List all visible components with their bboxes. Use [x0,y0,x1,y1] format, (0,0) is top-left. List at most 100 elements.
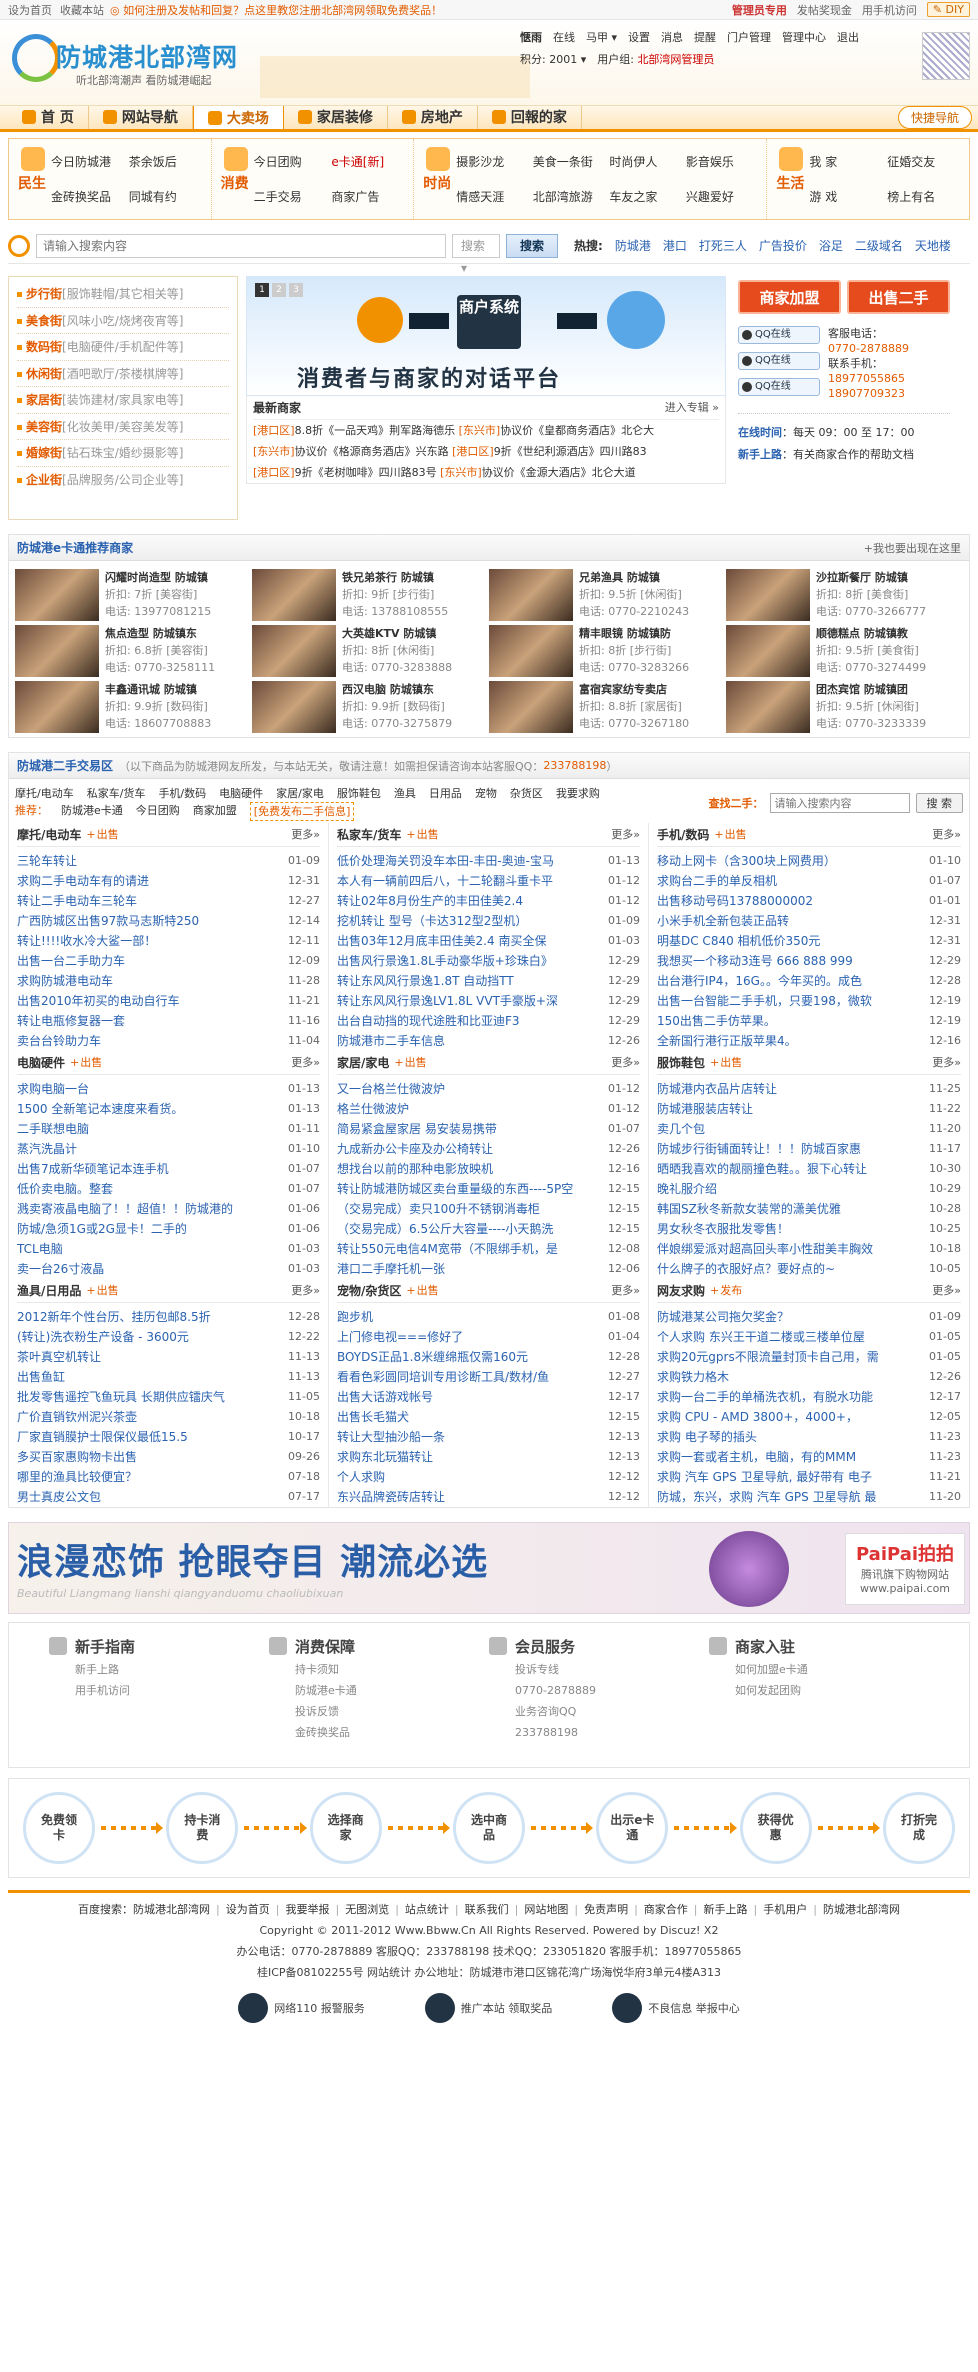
item-title[interactable]: 蒸汽洗晶计 [17,1139,282,1159]
hot-search-link[interactable]: 港口 [663,237,687,254]
merchant-card[interactable]: 大英雄KTV 防城镇 折扣: 8折 [休闲街] 电话: 0770-3283888 [252,625,489,681]
guide-link[interactable]: 如何发起团购 [709,1680,929,1701]
slide-page-button[interactable]: 2 [272,283,286,297]
diy-button[interactable]: ✎ DIY [926,2,970,17]
list-item[interactable]: 转让二手电动车三轮车 12-27 [17,891,320,911]
register-notice-link[interactable]: ◎ 如何注册及发帖和回复？点这里教您注册北部湾网领取免费奖品！ [110,2,442,18]
footer-link[interactable]: 免责声明 [574,1899,628,1920]
board-title[interactable]: 渔具/日用品 [17,1279,81,1302]
item-title[interactable]: 2012新年个性台历、挂历包邮8.5折 [17,1307,282,1327]
merchant-name[interactable]: 大英雄KTV 防城镇 [342,625,452,642]
item-title[interactable]: （交易完成）卖只100升不锈钢消毒柜 [337,1199,602,1219]
list-item[interactable]: 蒸汽洗晶计 01-10 [17,1139,320,1159]
item-title[interactable]: 港口二手摩托机一张 [337,1259,602,1279]
list-item[interactable]: 东兴品牌瓷砖店转让 12-12 [337,1487,640,1507]
merchant-name[interactable]: 丰鑫通讯城 防城镇 [105,681,211,698]
list-item[interactable]: 转让东风风行景逸LV1.8L VVT手豪版+深 12-29 [337,991,640,1011]
item-title[interactable]: 低价处理海关罚没车本田-丰田-奥迪-宝马 [337,851,602,871]
merchant-card[interactable]: 沙拉斯餐厅 防城镇 折扣: 8折 [美食街] 电话: 0770-3266777 [726,569,963,625]
list-item[interactable]: 韩国SZ秋冬新款女装常的潇美优雅 10-28 [657,1199,961,1219]
merchant-name[interactable]: 兄弟渔具 防城镇 [579,569,689,586]
footer-link[interactable]: 百度搜索：防城港北部湾网 [78,1899,210,1920]
category-link[interactable]: 我 家 [809,153,887,178]
merchant-name[interactable]: 焦点造型 防城镇东 [105,625,215,642]
street-item[interactable]: 美容街[化妆美甲/美容美发等] [17,414,229,440]
footer-link[interactable]: 网站地图 [515,1899,568,1920]
list-item[interactable]: 防城步行街铺面转让！！！防城百家惠 11-17 [657,1139,961,1159]
trade-category-link[interactable]: 宠物 [475,785,497,802]
list-item[interactable]: 上门修电视===修好了 01-04 [337,1327,640,1347]
slideshow-banner[interactable]: 1 2 3 商户系统 消费者与商家的对话平台 [246,276,726,396]
item-title[interactable]: 转让!!!!收水冷大鲨一部！ [17,931,282,951]
list-item[interactable]: 防城港服装店转让 11-22 [657,1099,961,1119]
board-more-link[interactable]: 更多» [291,823,320,846]
jewelry-ad-banner[interactable]: 浪漫恋饰 抢眼夺目 潮流必选 Beautiful Liangmang lians… [8,1522,970,1614]
item-title[interactable]: 转让02年8月份生产的丰田佳美2.4 [337,891,602,911]
list-item[interactable]: 本人有一辆前四后八，十二轮翻斗重卡平 01-12 [337,871,640,891]
list-item[interactable]: 明基DC C840 相机低价350元 12-31 [657,931,961,951]
footer-link[interactable]: 无图浏览 [335,1899,389,1920]
username[interactable]: 惬雨 [520,29,542,45]
list-item[interactable]: 男女秋冬衣服批发零售！ 10-25 [657,1219,961,1239]
appear-here-link[interactable]: +我也要出现在这里 [864,540,961,556]
board-title[interactable]: 服饰鞋包 [657,1051,705,1074]
merchant-card[interactable]: 焦点造型 防城镇东 折扣: 6.8折 [美容街] 电话: 0770-3258111 [15,625,252,681]
trade-category-link[interactable]: 我要求购 [556,785,600,802]
list-item[interactable]: 晒晒我喜欢的靓丽撞色鞋。。狠下心转让 10-30 [657,1159,961,1179]
recommend-link[interactable]: 防城港e卡通 [61,802,123,821]
board-title[interactable]: 电脑硬件 [17,1051,65,1074]
trade-category-link[interactable]: 杂货区 [510,785,543,802]
list-item[interactable]: TCL电脑 01-03 [17,1239,320,1259]
guide-link[interactable]: 用手机访问 [49,1680,269,1701]
board-post-link[interactable]: 出售 [714,823,747,846]
list-item[interactable]: 防城港某公司拖欠奖金？ 01-09 [657,1307,961,1327]
trade-category-link[interactable]: 电脑硬件 [219,785,263,802]
newbie-link[interactable]: ：有关商家合作的帮助文档 [782,448,914,461]
category-link[interactable]: 情感天涯 [456,188,533,213]
list-item[interactable]: 防城港市二手车信息 12-26 [337,1031,640,1051]
merchant-photo[interactable] [252,569,336,621]
board-more-link[interactable]: 更多» [611,1279,640,1302]
list-item[interactable]: 求购东北玩猫转让 12-13 [337,1447,640,1467]
item-title[interactable]: 九成新办公卡座及办公椅转让 [337,1139,602,1159]
list-item[interactable]: 求购二手电动车有的请进 12-31 [17,871,320,891]
search-button[interactable]: 搜索 [506,233,558,258]
item-title[interactable]: 又一台格兰仕微波炉 [337,1079,602,1099]
list-item[interactable]: 求购 汽车 GPS 卫星导航, 最好带有 电子 11-21 [657,1467,961,1487]
list-item[interactable]: 全新国行港行正版苹果4。 12-16 [657,1031,961,1051]
list-item[interactable]: 出售一台智能二手手机，只要198，微软 12-19 [657,991,961,1011]
item-title[interactable]: 求购20元gprs不限流量封顶卡自己用，需 [657,1347,923,1367]
category-link[interactable]: 今日团购 [254,153,332,178]
item-title[interactable]: 三轮车转让 [17,851,282,871]
nav-tab-home[interactable]: 首 页 [8,105,89,129]
item-title[interactable]: 求购 电子琴的插头 [657,1427,923,1447]
item-title[interactable]: 广西防城区出售97款马志斯特250 [17,911,282,931]
list-item[interactable]: 低价处理海关罚没车本田-丰田-奥迪-宝马 01-13 [337,851,640,871]
board-more-link[interactable]: 更多» [291,1279,320,1302]
item-title[interactable]: 东兴品牌瓷砖店转让 [337,1487,602,1507]
list-item[interactable]: 晚礼服介绍 10-29 [657,1179,961,1199]
merchant-card[interactable]: 铁兄弟茶行 防城镇 折扣: 9折 [步行街] 电话: 13788108555 [252,569,489,625]
list-item[interactable]: 求购 电子琴的插头 11-23 [657,1427,961,1447]
district-tag[interactable]: [港口区] [253,424,295,437]
trade-category-link[interactable]: 手机/数码 [158,785,206,802]
nav-tab-site-guide[interactable]: 网站导航 [89,105,193,129]
list-item[interactable]: 批发零售遥控飞鱼玩具 长期供应镭庆气 11-05 [17,1387,320,1407]
merchant-photo[interactable] [489,625,573,677]
item-title[interactable]: 出售7成新华硕笔记本连手机 [17,1159,282,1179]
item-title[interactable]: 二手联想电脑 [17,1119,282,1139]
board-post-link[interactable]: 出售 [394,1051,427,1074]
item-title[interactable]: 明基DC C840 相机低价350元 [657,931,923,951]
category-link[interactable]: 商家广告 [331,188,409,213]
item-title[interactable]: 个人求购 [337,1467,602,1487]
street-item[interactable]: 步行街[服饰鞋帽/其它相关等] [17,281,229,308]
guide-link[interactable]: 如何加盟e卡通 [709,1659,929,1680]
secondhand-search-button[interactable]: 搜 索 [915,793,963,813]
list-item[interactable]: 二手联想电脑 01-11 [17,1119,320,1139]
list-item[interactable]: 出售一台二手助力车 12-09 [17,951,320,971]
guide-link[interactable]: 新手上路 [49,1659,269,1680]
news-link[interactable]: 8.8折《一品天鸡》荆军路海德乐 [295,424,456,437]
merchant-photo[interactable] [726,625,810,677]
street-item[interactable]: 婚嫁街[钻石珠宝/婚纱摄影等] [17,440,229,467]
admin-center-link[interactable]: 管理中心 [782,29,826,45]
